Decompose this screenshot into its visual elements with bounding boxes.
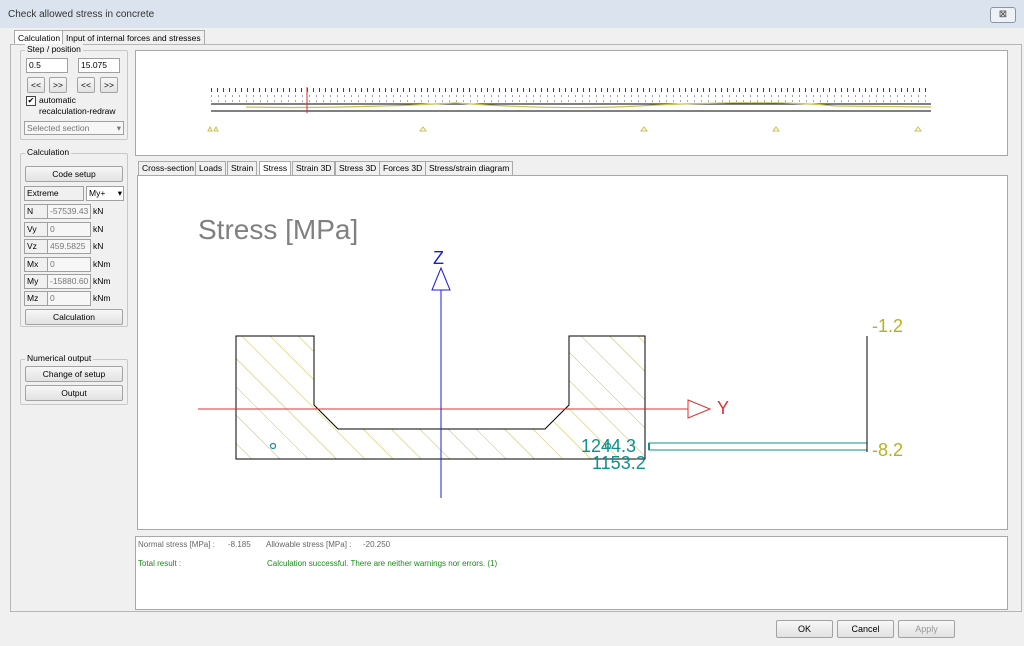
force-name-Vz: Vz — [24, 239, 48, 254]
force-name-Mx: Mx — [24, 257, 48, 272]
step-next-button[interactable]: >> — [49, 77, 67, 93]
force-unit-Mz: kNm — [93, 293, 111, 303]
allowable-stress-value: -20.250 — [363, 540, 391, 549]
step-input[interactable]: 0.5 — [26, 58, 68, 73]
force-unit-Vy: kN — [93, 224, 104, 234]
position-next-button[interactable]: >> — [100, 77, 118, 93]
position-prev-button[interactable]: << — [77, 77, 95, 93]
force-name-Vy: Vy — [24, 222, 48, 237]
force-value-Vy[interactable]: 0 — [47, 222, 91, 237]
beam-overview-drawing — [207, 87, 932, 132]
subtab-stress-3d[interactable]: Stress 3D — [335, 161, 381, 175]
force-unit-N: kN — [93, 206, 104, 216]
support-icon — [772, 126, 780, 132]
total-result-value: Calculation successful. There are neithe… — [267, 559, 498, 568]
force-value-Mx[interactable]: 0 — [47, 257, 91, 272]
chevron-down-icon: ▾ — [116, 123, 121, 133]
extreme-select-value: My+ — [89, 188, 106, 198]
results-panel: Normal stress [MPa] : -8.185 Allowable s… — [135, 536, 1008, 610]
z-axis-label: Z — [433, 248, 444, 268]
force-name-Mz: Mz — [24, 291, 48, 306]
subtab-forces-3d[interactable]: Forces 3D — [379, 161, 427, 175]
tab-calculation[interactable]: Calculation — [14, 30, 65, 45]
apply-button[interactable]: Apply — [898, 620, 955, 638]
support-icon — [207, 125, 213, 132]
force-name-My: My — [24, 274, 48, 289]
chevron-down-icon: ▾ — [117, 188, 122, 198]
support-icon — [640, 126, 648, 132]
point-label-2: 1153.2 — [592, 453, 646, 473]
tab-input-forces[interactable]: Input of internal forces and stresses — [62, 30, 205, 45]
allowable-stress-label: Allowable stress [MPa] : — [266, 540, 352, 549]
force-value-N[interactable]: -57539.43 — [47, 204, 91, 219]
force-value-Mz[interactable]: 0 — [47, 291, 91, 306]
numerical-output-label: Numerical output — [25, 353, 94, 363]
stress-bar — [648, 442, 868, 451]
auto-recalc-label-2: recalculation-redraw — [39, 106, 116, 116]
normal-stress-label: Normal stress [MPa] : — [138, 540, 215, 549]
subtab-stress[interactable]: Stress — [259, 161, 292, 175]
stress-top-value: -1.2 — [872, 316, 904, 336]
force-value-Vz[interactable]: 459.5825 — [47, 239, 91, 254]
subtab-stress-strain-diagram[interactable]: Stress/strain diagram — [425, 161, 514, 175]
position-input[interactable]: 15.075 — [78, 58, 120, 73]
diagram-title: Stress [MPa] — [198, 214, 359, 245]
subtab-strain-3d[interactable]: Strain 3D — [292, 161, 336, 175]
step-position-label: Step / position — [25, 44, 83, 54]
beam-stress-curve — [245, 102, 932, 109]
window-title: Check allowed stress in concrete — [8, 9, 155, 20]
subtab-cross-section[interactable]: Cross-section — [138, 161, 198, 175]
stress-drawing-panel[interactable]: Stress [MPa] Z Y -1.2 -8.2 1244.3 1153.2 — [137, 175, 1008, 530]
support-icon — [914, 126, 922, 132]
support-icon — [419, 126, 427, 132]
normal-stress-value: -8.185 — [228, 540, 251, 549]
output-button[interactable]: Output — [25, 385, 123, 401]
force-unit-My: kNm — [93, 276, 111, 286]
calculation-group-label: Calculation — [25, 147, 72, 157]
close-button[interactable]: ⊠ — [990, 7, 1016, 23]
y-axis-label: Y — [717, 398, 730, 418]
code-setup-button[interactable]: Code setup — [25, 166, 123, 182]
force-unit-Mx: kNm — [93, 259, 111, 269]
z-axis-arrow-icon — [431, 266, 451, 291]
force-value-My[interactable]: -15880.60 — [47, 274, 91, 289]
stress-bottom-value: -8.2 — [872, 440, 904, 460]
y-axis-arrow-icon — [687, 399, 712, 419]
subtab-loads[interactable]: Loads — [195, 161, 227, 175]
ok-button[interactable]: OK — [776, 620, 833, 638]
step-prev-button[interactable]: << — [27, 77, 45, 93]
auto-recalc-label-1: automatic — [39, 95, 76, 105]
force-unit-Vz: kN — [93, 241, 104, 251]
force-name-N: N — [24, 204, 48, 219]
calculation-button[interactable]: Calculation — [25, 309, 123, 325]
position-ticks — [211, 88, 931, 102]
change-setup-button[interactable]: Change of setup — [25, 366, 123, 382]
support-icon — [213, 125, 219, 132]
total-result-label: Total result : — [138, 559, 182, 568]
cancel-button[interactable]: Cancel — [837, 620, 894, 638]
auto-recalc-checkbox[interactable]: ✔ — [26, 96, 36, 106]
extreme-label: Extreme — [24, 186, 84, 201]
extreme-select[interactable]: My+ ▾ — [86, 186, 124, 201]
subtab-strain[interactable]: Strain — [227, 161, 258, 175]
section-select[interactable]: Selected section ▾ — [24, 121, 124, 135]
beam-overview-panel[interactable] — [135, 50, 1008, 156]
section-select-label: Selected section — [27, 123, 90, 133]
